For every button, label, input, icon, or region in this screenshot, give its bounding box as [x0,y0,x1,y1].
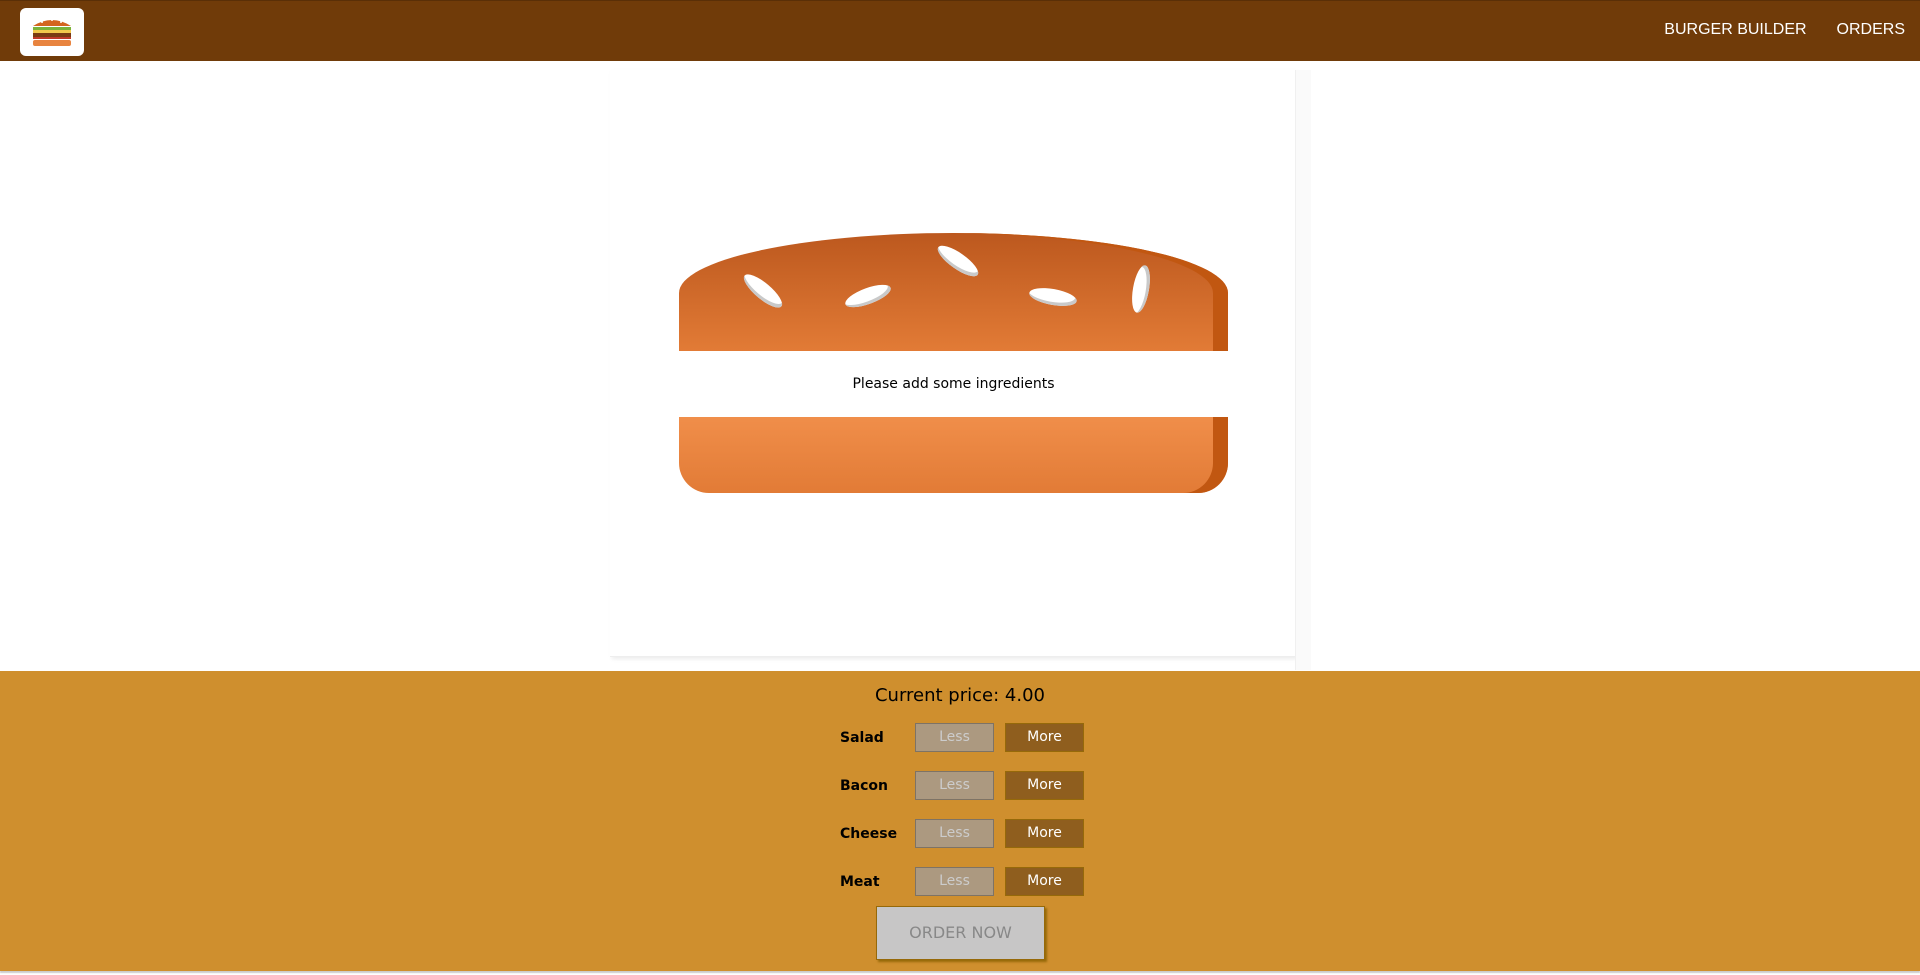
seed [1128,263,1154,315]
seed [842,280,894,312]
burger-logo[interactable] [20,8,84,56]
toolbar: BURGER BUILDER ORDERS [0,0,1920,61]
less-bacon-button[interactable]: Less [915,771,994,800]
build-control-meat: Meat Less More [840,867,1090,897]
bread-bottom [679,417,1228,493]
less-cheese-button[interactable]: Less [915,819,994,848]
main-nav: BURGER BUILDER ORDERS [1649,1,1920,62]
seed [1027,284,1079,310]
build-controls: Current price: 4.00 Salad Less More Baco… [0,671,1920,971]
price-label: Current price: [874,685,1000,706]
seed [933,240,983,282]
nav-orders[interactable]: ORDERS [1822,1,1920,62]
ingredient-label: Cheese [840,826,898,842]
empty-burger-message: Please add some ingredients [679,351,1228,417]
bread-top [679,233,1228,351]
ingredient-label: Salad [840,730,884,746]
ingredient-label: Bacon [840,778,889,794]
price-value: 4.00 [1004,685,1045,706]
seed [739,269,787,313]
order-now-button[interactable]: ORDER NOW [876,906,1045,960]
less-salad-button[interactable]: Less [915,723,994,752]
more-bacon-button[interactable]: More [1005,771,1084,800]
more-salad-button[interactable]: More [1005,723,1084,752]
build-control-bacon: Bacon Less More [840,771,1090,801]
burger-logo-icon [33,19,71,46]
build-control-cheese: Cheese Less More [840,819,1090,849]
more-cheese-button[interactable]: More [1005,819,1084,848]
less-meat-button[interactable]: Less [915,867,994,896]
ingredient-label: Meat [840,874,880,890]
more-meat-button[interactable]: More [1005,867,1084,896]
nav-burger-builder[interactable]: BURGER BUILDER [1649,1,1821,62]
burger-preview-edge [1295,70,1311,670]
build-control-salad: Salad Less More [840,723,1090,753]
current-price: Current price: 4.00 [0,685,1920,706]
